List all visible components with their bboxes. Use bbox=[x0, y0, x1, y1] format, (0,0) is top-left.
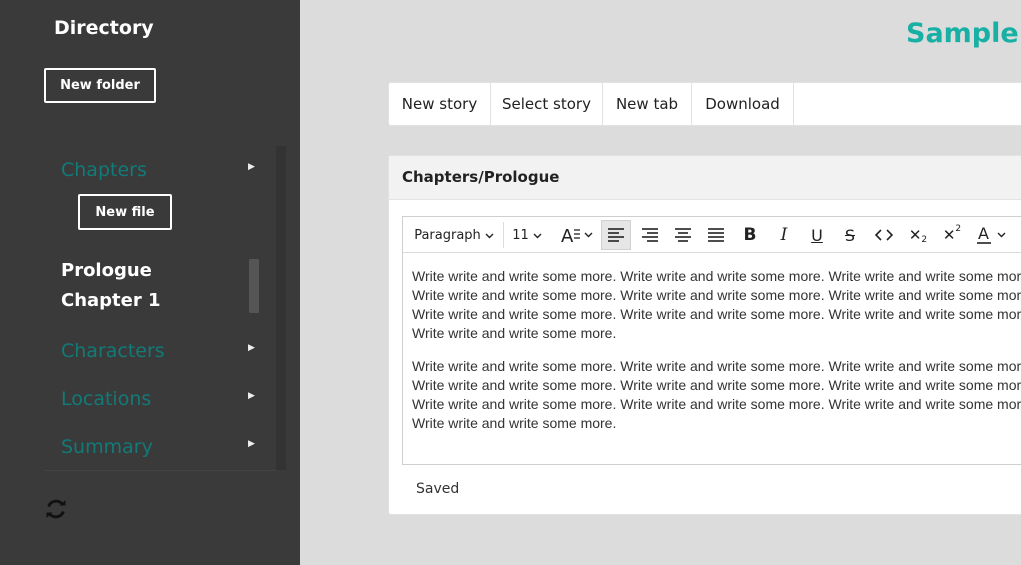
sidebar-category-summary[interactable]: Summary bbox=[61, 436, 153, 458]
sidebar-category-locations[interactable]: Locations bbox=[61, 388, 151, 410]
brand-title: Sample bbox=[906, 18, 1019, 49]
sidebar-category-characters[interactable]: Characters bbox=[61, 340, 165, 362]
story-toolbar: New story Select story New tab Download bbox=[388, 82, 1021, 126]
font-size-select[interactable]: 11 bbox=[509, 220, 545, 250]
italic-icon[interactable]: I bbox=[769, 220, 799, 250]
new-story-button[interactable]: New story bbox=[389, 83, 491, 125]
font-size-value: 11 bbox=[512, 227, 529, 243]
file-item-chapter-1[interactable]: Chapter 1 bbox=[61, 290, 161, 311]
svg-text:A: A bbox=[978, 225, 989, 243]
sidebar-divider bbox=[44, 470, 276, 471]
svg-text:A: A bbox=[561, 226, 574, 245]
paragraph[interactable]: Write write and write some more. Write w… bbox=[412, 357, 1021, 433]
strikethrough-icon[interactable]: S bbox=[835, 220, 865, 250]
editor-toolbar: Paragraph 11 A B I U S ✕ 2 ✕ 2 A bbox=[403, 217, 1021, 253]
new-file-button[interactable]: New file bbox=[78, 194, 172, 230]
paragraph[interactable]: Write write and write some more. Write w… bbox=[412, 267, 1021, 343]
editor-content[interactable]: Write write and write some more. Write w… bbox=[412, 267, 1021, 447]
chevron-down-icon bbox=[533, 228, 542, 243]
sidebar-scrollbar-thumb[interactable] bbox=[249, 259, 259, 313]
text-color-icon[interactable]: A bbox=[972, 220, 1012, 250]
caret-right-icon[interactable]: ▶ bbox=[248, 343, 255, 353]
code-icon[interactable] bbox=[869, 220, 899, 250]
toolbar-separator bbox=[503, 222, 504, 248]
align-right-icon[interactable] bbox=[635, 220, 665, 250]
panel-title: Chapters/Prologue bbox=[402, 168, 560, 186]
refresh-icon[interactable] bbox=[44, 497, 68, 521]
editor-panel: Chapters/Prologue Paragraph 11 A B I U S… bbox=[388, 155, 1021, 515]
file-item-prologue[interactable]: Prologue bbox=[61, 260, 152, 281]
chevron-down-icon bbox=[485, 228, 494, 243]
caret-right-icon[interactable]: ▶ bbox=[248, 391, 255, 401]
align-center-icon[interactable] bbox=[668, 220, 698, 250]
block-format-select[interactable]: Paragraph bbox=[409, 220, 499, 250]
new-tab-button[interactable]: New tab bbox=[603, 83, 692, 125]
align-left-icon[interactable] bbox=[601, 220, 631, 250]
caret-right-icon[interactable]: ▶ bbox=[248, 162, 255, 172]
new-folder-button[interactable]: New folder bbox=[44, 68, 156, 103]
align-justify-icon[interactable] bbox=[701, 220, 731, 250]
sidebar-scrollbar-track[interactable] bbox=[276, 146, 286, 470]
directory-title: Directory bbox=[54, 17, 154, 39]
save-status: Saved bbox=[416, 481, 460, 497]
block-format-value: Paragraph bbox=[414, 227, 481, 243]
panel-header: Chapters/Prologue bbox=[389, 156, 1021, 200]
select-story-button[interactable]: Select story bbox=[491, 83, 603, 125]
superscript-icon[interactable]: ✕ 2 bbox=[937, 220, 967, 250]
sidebar-category-chapters[interactable]: Chapters bbox=[61, 159, 147, 181]
line-height-icon[interactable]: A bbox=[557, 220, 597, 250]
download-button[interactable]: Download bbox=[692, 83, 794, 125]
rich-text-editor: Paragraph 11 A B I U S ✕ 2 ✕ 2 A Write w… bbox=[402, 216, 1021, 465]
underline-icon[interactable]: U bbox=[802, 220, 832, 250]
caret-right-icon[interactable]: ▶ bbox=[248, 439, 255, 449]
sidebar: Directory New folder Chapters ▶ New file… bbox=[0, 0, 300, 565]
bold-icon[interactable]: B bbox=[735, 220, 765, 250]
subscript-icon[interactable]: ✕ 2 bbox=[903, 220, 933, 250]
